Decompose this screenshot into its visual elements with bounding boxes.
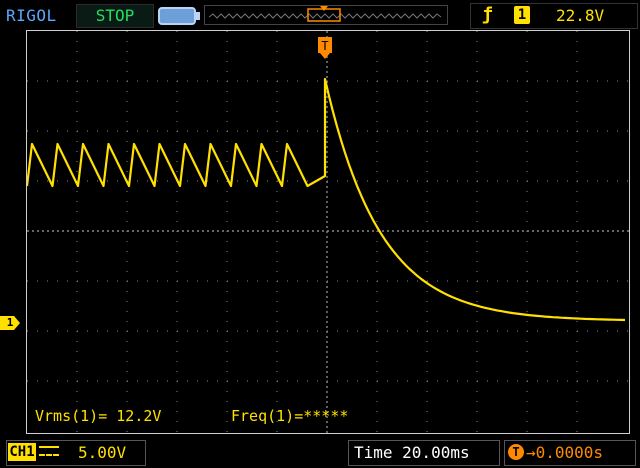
waveform-display[interactable]: T [26,30,630,434]
memory-position-bar[interactable] [204,5,448,25]
channel-1-label: CH1 [8,443,36,461]
timebase-value: Time 20.00ms [354,443,470,462]
trigger-offset-value: →0.0000s [526,443,604,462]
trigger-marker-label: T [321,39,328,53]
dc-coupling-icon [39,446,59,456]
trigger-offset-icon: T [508,444,524,460]
vrms-measurement: Vrms(1)= 12.2V [35,407,162,425]
trigger-panel[interactable] [470,3,638,29]
battery-icon [158,7,200,25]
volts-per-div: 5.00V [78,443,127,462]
memory-waveform-preview [208,13,442,19]
brand-logo: RIGOL [6,6,57,25]
trigger-channel: 1 [514,6,530,24]
trigger-position-marker: T [318,37,332,59]
run-stop-status[interactable]: STOP [76,4,154,28]
channel-1-ground-marker[interactable]: 1 [0,316,20,330]
trigger-level: 22.8V [556,6,605,25]
channel-1-trace [27,77,626,322]
rising-edge-icon: ƒ [482,4,493,25]
frequency-measurement: Freq(1)=***** [231,407,349,425]
